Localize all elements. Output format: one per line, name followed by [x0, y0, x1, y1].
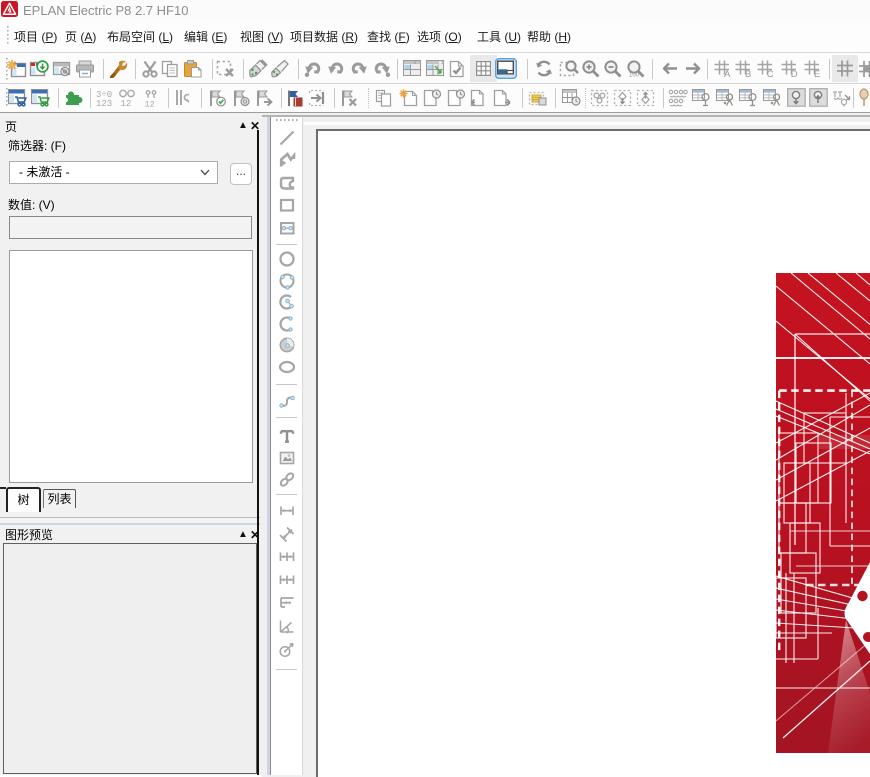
svg-text:D: D [790, 69, 797, 78]
svg-text:E: E [814, 69, 820, 78]
svg-text:A: A [724, 69, 731, 78]
svg-text:123: 123 [96, 99, 112, 107]
svg-text:100: 100 [628, 72, 639, 78]
svg-text:C: C [767, 69, 774, 78]
svg-text:12: 12 [120, 99, 131, 107]
svg-text:12: 12 [144, 99, 154, 107]
svg-text:B: B [745, 69, 751, 78]
